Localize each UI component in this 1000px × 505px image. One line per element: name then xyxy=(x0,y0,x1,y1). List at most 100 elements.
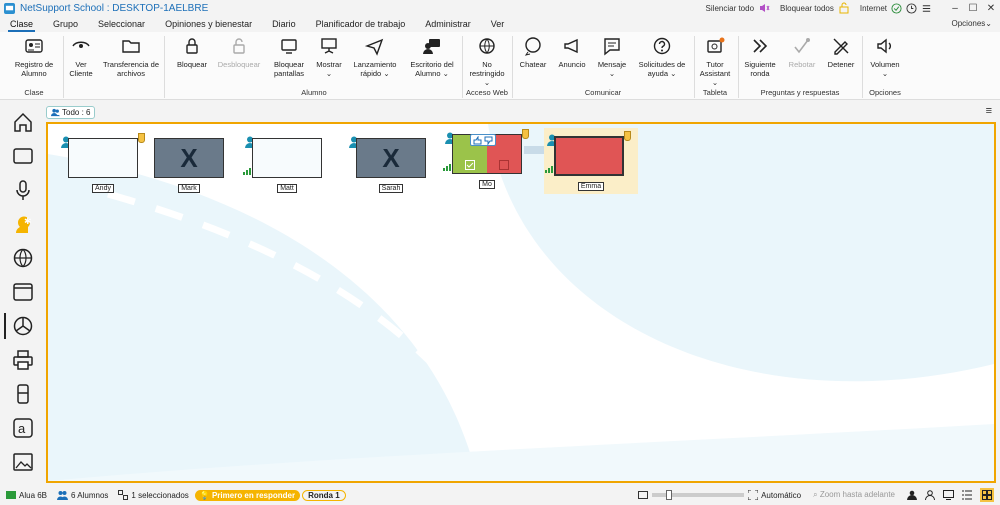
grid-icon xyxy=(982,490,992,500)
group-acceso-web: Acceso Web xyxy=(466,88,508,97)
menu-administrar[interactable]: Administrar xyxy=(415,16,481,32)
desbloquear-button[interactable]: Desbloquear xyxy=(214,36,264,69)
person-outline-icon[interactable] xyxy=(925,490,935,500)
student-name: Andy xyxy=(92,184,114,193)
globe-icon xyxy=(479,38,495,54)
menu-ver[interactable]: Ver xyxy=(481,16,515,32)
all-students-chip[interactable]: Todo : 6 xyxy=(46,106,96,119)
view-menu-icon[interactable]: ≡ xyxy=(986,105,992,117)
ver-cliente-label: Ver Cliente xyxy=(69,60,93,78)
unlock-icon xyxy=(233,38,245,54)
offline-x-icon: X xyxy=(180,142,198,173)
printer-icon[interactable] xyxy=(12,349,34,371)
transferencia-button[interactable]: Transferencia de archivos xyxy=(102,36,160,78)
zoom-fit-button[interactable]: ⌕ Zoom hasta adelante xyxy=(813,490,895,500)
bloquear-pantallas-button[interactable]: Bloquear pantallas xyxy=(268,36,310,78)
ribbon: Registro de Alumno Clase Ver Cliente Tra… xyxy=(0,32,1000,100)
close-button[interactable]: ✕ xyxy=(982,3,1000,14)
escritorio-button[interactable]: Escritorio del Alumno ⌄ xyxy=(404,36,460,78)
questions-icon[interactable]: ✱ xyxy=(12,213,34,235)
mute-all-label: Silenciar todo xyxy=(705,3,755,13)
room-indicator[interactable]: Alua 6B xyxy=(6,490,47,500)
menu-clase[interactable]: Clase xyxy=(0,16,43,32)
no-restringido-label: No restringido ⌄ xyxy=(469,60,505,87)
student-tile[interactable]: Andy xyxy=(58,130,148,196)
eye-icon xyxy=(72,41,90,48)
student-screen-offline[interactable]: X xyxy=(154,138,224,178)
folder-icon xyxy=(122,40,140,53)
anuncio-button[interactable]: Anuncio xyxy=(554,36,590,69)
lock-icon xyxy=(186,38,198,54)
monitor-view-icon[interactable] xyxy=(943,490,954,500)
internet-button[interactable]: Internet xyxy=(860,2,932,14)
message-icon xyxy=(604,38,620,56)
detener-button[interactable]: Detener xyxy=(824,36,858,69)
menu-opiniones[interactable]: Opiniones y bienestar xyxy=(155,16,262,32)
application-icon[interactable] xyxy=(12,281,34,303)
clock-icon[interactable] xyxy=(906,2,917,14)
lock-all-button[interactable]: Bloquear todos xyxy=(780,2,850,14)
menu-grupo[interactable]: Grupo xyxy=(43,16,88,32)
screen-view-icon[interactable] xyxy=(12,145,34,167)
student-tile-selected[interactable]: Emma xyxy=(544,128,638,194)
registro-label: Registro de Alumno xyxy=(14,60,54,78)
mute-all-button[interactable]: Silenciar todo xyxy=(706,2,770,14)
student-tile[interactable]: Mo xyxy=(442,126,546,192)
svg-text:✱: ✱ xyxy=(24,216,32,226)
group-alumno: Alumno xyxy=(301,88,327,97)
menu-diario[interactable]: Diario xyxy=(262,16,306,32)
rebotar-button[interactable]: Rebotar xyxy=(784,36,820,69)
app-icon xyxy=(4,2,15,14)
student-screen-offline[interactable]: X xyxy=(356,138,426,178)
image-icon[interactable] xyxy=(12,451,34,473)
student-screen[interactable] xyxy=(252,138,322,178)
home-icon[interactable] xyxy=(12,111,34,133)
no-restringido-button[interactable]: No restringido ⌄ xyxy=(466,36,508,87)
first-to-answer-badge: 💡 Primero en responder xyxy=(194,489,301,501)
person-icon[interactable] xyxy=(907,490,917,500)
solicitudes-button[interactable]: Solicitudes de ayuda ⌄ xyxy=(634,36,690,78)
usb-device-icon[interactable] xyxy=(12,383,34,405)
student-tile[interactable]: X Mark xyxy=(144,130,234,196)
left-sidebar: ✱ a xyxy=(0,105,45,483)
student-name: Matt xyxy=(277,184,297,193)
lanzamiento-label: Lanzamiento rápido ⌄ xyxy=(353,60,397,78)
zoom-slider[interactable] xyxy=(652,490,745,500)
options-menu[interactable]: Opciones⌄ xyxy=(952,19,993,28)
classroom-canvas[interactable]: Andy X Mark Matt X Sarah Mo Emma xyxy=(46,122,996,483)
tutor-assistant-button[interactable]: Tutor Assistant ⌄ xyxy=(696,36,734,87)
maximize-button[interactable]: ☐ xyxy=(964,3,982,14)
menu-icon[interactable] xyxy=(921,3,932,14)
mostrar-button[interactable]: Mostrar ⌄ xyxy=(312,36,346,78)
student-tile[interactable]: Matt xyxy=(242,130,332,196)
bloquear-button[interactable]: Bloquear xyxy=(172,36,212,69)
web-icon[interactable] xyxy=(12,247,34,269)
lanzamiento-button[interactable]: Lanzamiento rápido ⌄ xyxy=(350,36,400,78)
minimize-button[interactable]: – xyxy=(946,3,964,14)
detener-label: Detener xyxy=(827,60,855,69)
menu-planificador[interactable]: Planificador de trabajo xyxy=(306,16,416,32)
mensaje-button[interactable]: Mensaje ⌄ xyxy=(594,36,630,78)
ver-cliente-button[interactable]: Ver Cliente xyxy=(66,36,96,78)
microphone-icon[interactable] xyxy=(12,179,34,201)
stop-pen-icon xyxy=(833,38,849,55)
siguiente-ronda-button[interactable]: Siguiente ronda xyxy=(740,36,780,78)
round-badge: Ronda 1 xyxy=(302,489,346,501)
student-name: Emma xyxy=(577,182,605,191)
student-screen[interactable] xyxy=(68,138,138,178)
pie-chart-icon[interactable] xyxy=(12,315,34,337)
keyword-icon[interactable]: a xyxy=(12,417,34,439)
volumen-button[interactable]: Volumen ⌄ xyxy=(866,36,904,78)
registro-button[interactable]: Registro de Alumno xyxy=(8,36,60,78)
chatear-button[interactable]: Chatear xyxy=(516,36,550,69)
grid-view-button[interactable] xyxy=(980,488,994,502)
student-screen-answer[interactable] xyxy=(554,136,624,176)
zoom-mode-label[interactable]: Automático xyxy=(761,491,801,500)
auto-zoom-icon xyxy=(748,490,759,500)
student-tile[interactable]: X Sarah xyxy=(346,130,436,196)
zoom-slider-handle[interactable] xyxy=(666,490,673,500)
list-view-icon[interactable] xyxy=(962,490,972,500)
menu-seleccionar[interactable]: Seleccionar xyxy=(88,16,155,32)
speaker-icon xyxy=(760,4,770,12)
student-name: Sarah xyxy=(378,184,404,193)
